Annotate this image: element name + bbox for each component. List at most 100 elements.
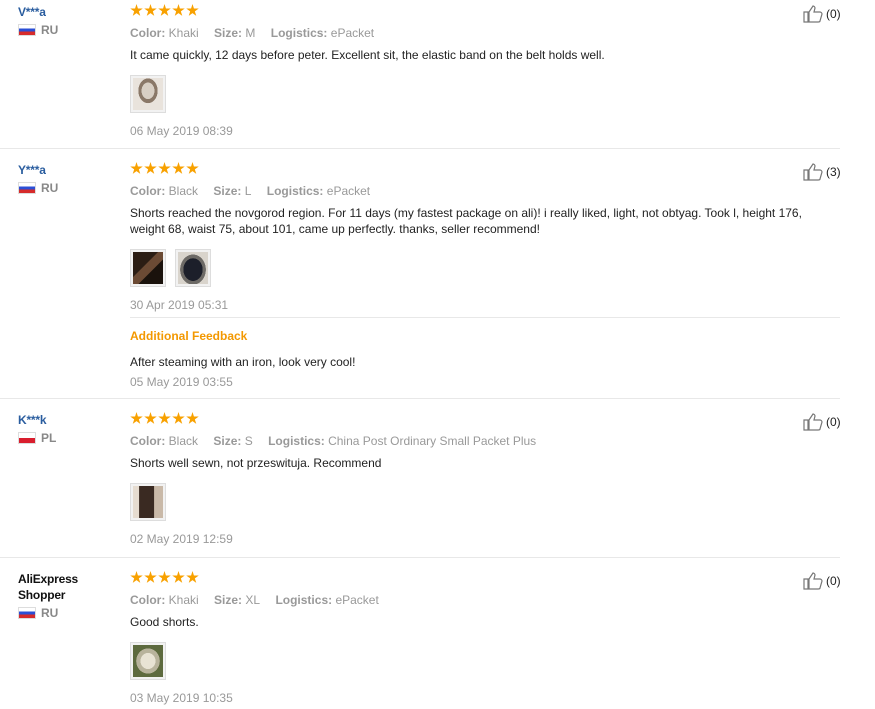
- review-text: Shorts reached the novgorod region. For …: [130, 206, 802, 236]
- helpful-button[interactable]: (3): [802, 162, 841, 182]
- review-date: 30 Apr 2019 05:31: [130, 298, 229, 312]
- star-icon: [158, 571, 171, 583]
- reviewer-country: RU: [18, 23, 118, 37]
- review-photos: [130, 642, 820, 680]
- star-icon: [172, 4, 185, 16]
- helpful-count: (0): [826, 574, 841, 588]
- order-info: Color: Khaki Size: XL Logistics: ePacket: [130, 593, 820, 607]
- review-body: Color: Black Size: S Logistics: China Po…: [130, 412, 820, 546]
- country-code: PL: [41, 431, 57, 445]
- logistics-value: ePacket: [326, 184, 371, 198]
- size-label: Size:: [213, 434, 242, 448]
- helpful-button[interactable]: (0): [802, 571, 841, 591]
- logistics-value: ePacket: [335, 593, 379, 607]
- star-rating: [130, 412, 820, 426]
- reviewer-name[interactable]: V***a: [18, 4, 118, 20]
- color-value: Khaki: [168, 26, 199, 40]
- country-code: RU: [41, 23, 59, 37]
- flag-pl-icon: [18, 432, 36, 444]
- star-icon: [130, 162, 143, 174]
- color-label: Color:: [130, 593, 166, 607]
- size-value: XL: [245, 593, 261, 607]
- star-icon: [158, 412, 171, 424]
- country-code: RU: [41, 181, 59, 195]
- star-icon: [172, 571, 185, 583]
- star-icon: [130, 571, 143, 583]
- star-icon: [186, 412, 199, 424]
- reviewer-name: AliExpress: [18, 572, 79, 586]
- star-icon: [144, 412, 157, 424]
- review-text: Shorts well sewn, not przeswituja. Recom…: [130, 456, 382, 470]
- star-icon: [186, 571, 199, 583]
- size-label: Size:: [213, 184, 242, 198]
- review-photos: [130, 75, 820, 113]
- helpful-count: (0): [826, 7, 841, 21]
- star-icon: [172, 412, 185, 424]
- review-date: 06 May 2019 08:39: [130, 124, 233, 138]
- logistics-label: Logistics:: [270, 26, 328, 40]
- logistics-value: China Post Ordinary Small Packet Plus: [328, 434, 537, 448]
- review-photo[interactable]: [130, 642, 166, 680]
- review-photo[interactable]: [130, 483, 166, 521]
- reviewer-info: V***a RU: [18, 4, 118, 37]
- reviewer-country: RU: [18, 606, 118, 620]
- review-photo[interactable]: [130, 75, 166, 113]
- review-date: 03 May 2019 10:35: [130, 691, 233, 705]
- reviewer-info: K***k PL: [18, 412, 118, 445]
- review-photo[interactable]: [130, 249, 166, 287]
- star-icon: [158, 162, 171, 174]
- size-value: L: [244, 184, 252, 198]
- helpful-count: (3): [826, 165, 841, 179]
- star-icon: [186, 162, 199, 174]
- review-photos: [130, 249, 820, 287]
- color-value: Black: [168, 184, 199, 198]
- color-label: Color:: [130, 434, 166, 448]
- divider: [0, 148, 840, 149]
- thumbs-up-icon: [802, 412, 824, 432]
- star-icon: [158, 4, 171, 16]
- star-icon: [144, 4, 157, 16]
- star-icon: [144, 571, 157, 583]
- review-body: Color: Khaki Size: XL Logistics: ePacket…: [130, 571, 820, 705]
- reviewer-country: PL: [18, 431, 118, 445]
- thumbs-up-icon: [802, 4, 824, 24]
- color-value: Khaki: [168, 593, 199, 607]
- divider: [0, 398, 840, 399]
- star-icon: [130, 4, 143, 16]
- star-rating: [130, 162, 820, 176]
- size-value: M: [245, 26, 256, 40]
- reviewer-name[interactable]: K***k: [18, 412, 118, 428]
- flag-ru-icon: [18, 24, 36, 36]
- review-text: It came quickly, 12 days before peter. E…: [130, 48, 605, 62]
- reviewer-name-line2: Shopper: [18, 588, 66, 602]
- review-date: 02 May 2019 12:59: [130, 532, 233, 546]
- review-photo[interactable]: [175, 249, 211, 287]
- logistics-label: Logistics:: [266, 184, 324, 198]
- helpful-button[interactable]: (0): [802, 4, 841, 24]
- thumbs-up-icon: [802, 162, 824, 182]
- size-label: Size:: [214, 26, 243, 40]
- size-value: S: [244, 434, 253, 448]
- review-photos: [130, 483, 820, 521]
- reviewer-info: AliExpress Shopper RU: [18, 571, 118, 620]
- order-info: Color: Black Size: L Logistics: ePacket: [130, 184, 820, 198]
- helpful-count: (0): [826, 415, 841, 429]
- review-text: Good shorts.: [130, 615, 199, 629]
- country-code: RU: [41, 606, 59, 620]
- size-label: Size:: [214, 593, 243, 607]
- reviewer-name[interactable]: Y***a: [18, 162, 118, 178]
- divider: [0, 557, 840, 558]
- helpful-button[interactable]: (0): [802, 412, 841, 432]
- review-body: Color: Black Size: L Logistics: ePacket …: [130, 162, 820, 312]
- additional-feedback-text: After steaming with an iron, look very c…: [130, 355, 356, 369]
- star-icon: [172, 162, 185, 174]
- flag-ru-icon: [18, 182, 36, 194]
- thumbs-up-icon: [802, 571, 824, 591]
- order-info: Color: Black Size: S Logistics: China Po…: [130, 434, 820, 448]
- logistics-value: ePacket: [330, 26, 375, 40]
- logistics-label: Logistics:: [268, 434, 325, 448]
- order-info: Color: Khaki Size: M Logistics: ePacket: [130, 26, 820, 40]
- reviewer-country: RU: [18, 181, 118, 195]
- flag-ru-icon: [18, 607, 36, 619]
- additional-feedback-title: Additional Feedback: [130, 329, 248, 343]
